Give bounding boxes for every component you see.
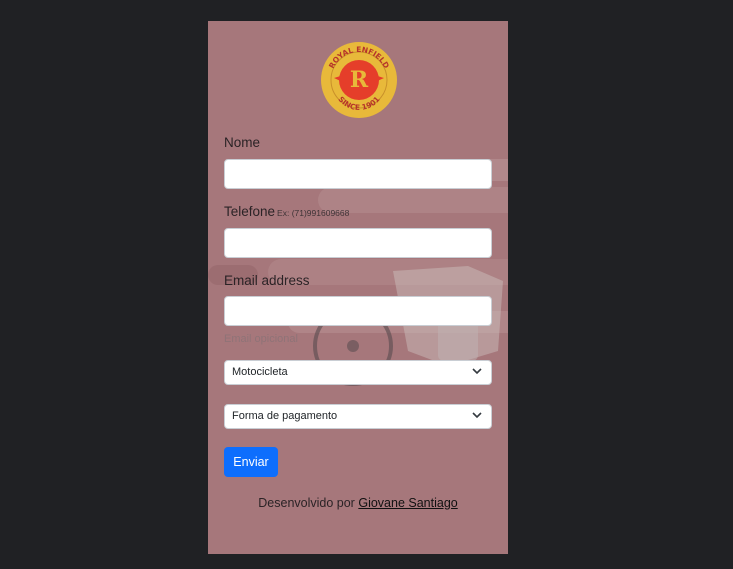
- author-link[interactable]: Giovane Santiago: [358, 496, 457, 510]
- phone-input[interactable]: [224, 228, 492, 258]
- email-help-text: Email opicional: [224, 333, 298, 345]
- footer: Desenvolvido por Giovane Santiago: [208, 496, 508, 510]
- phone-hint: Ex: (71)991609668: [277, 208, 350, 218]
- footer-prefix: Desenvolvido por: [258, 496, 355, 510]
- payment-select[interactable]: Forma de pagamento: [224, 404, 492, 429]
- chevron-down-icon: [472, 368, 482, 375]
- royal-enfield-logo: R ROYAL ENFIELD SINCE 1901: [321, 42, 397, 118]
- name-label-text: Nome: [224, 135, 261, 150]
- motorcycle-select[interactable]: Motocicleta: [224, 360, 492, 385]
- name-label: Nome: [224, 135, 260, 150]
- motorcycle-select-value: Motocicleta: [232, 366, 288, 378]
- submit-button[interactable]: Enviar: [224, 447, 278, 477]
- chevron-down-icon: [472, 412, 482, 419]
- phone-label-text: Telefone: [224, 204, 276, 219]
- name-input[interactable]: [224, 159, 492, 189]
- phone-label: Telefone Ex: (71)991609668: [224, 204, 349, 219]
- svg-text:R: R: [350, 67, 369, 93]
- email-label: Email address: [224, 273, 310, 288]
- email-label-text: Email address: [224, 273, 310, 288]
- form-card: R ROYAL ENFIELD SINCE 1901 Nome Telefone…: [208, 21, 508, 554]
- email-input[interactable]: [224, 296, 492, 326]
- payment-select-value: Forma de pagamento: [232, 410, 338, 422]
